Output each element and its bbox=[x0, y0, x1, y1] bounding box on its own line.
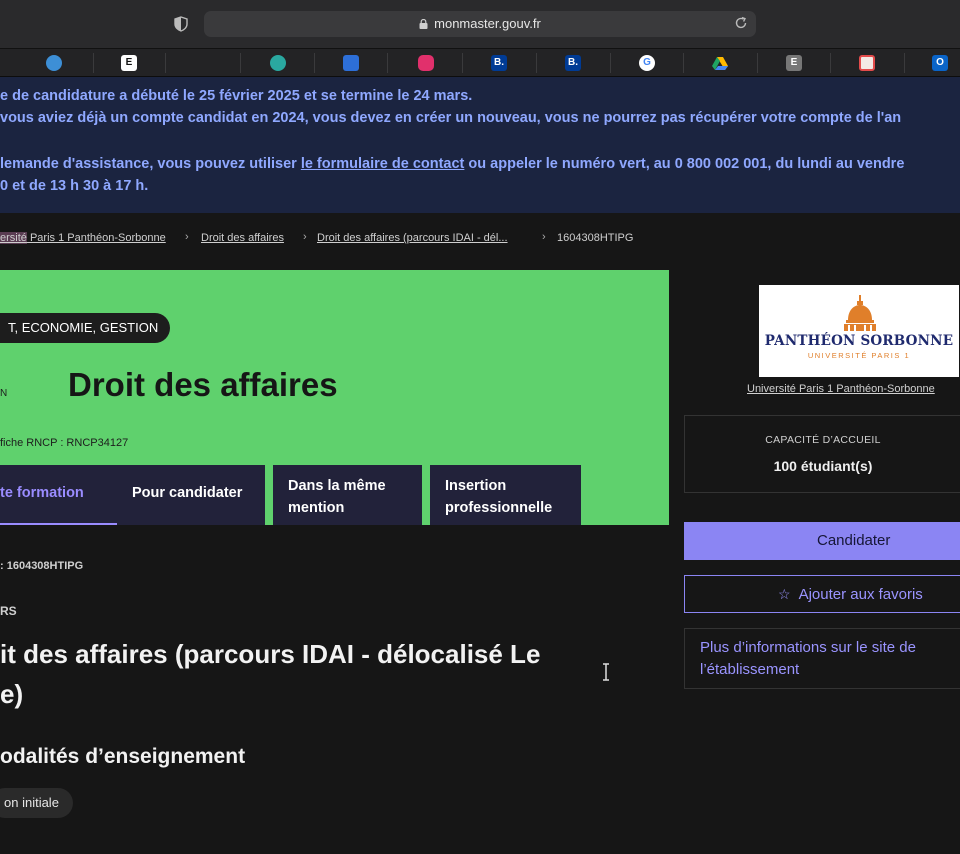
e-grey-icon[interactable]: E bbox=[786, 55, 802, 71]
university-logo[interactable]: PANTHÉON SORBONNE UNIVERSITÉ PARIS 1 bbox=[759, 285, 959, 377]
shield-icon[interactable] bbox=[174, 16, 188, 32]
cloud-icon[interactable] bbox=[46, 55, 62, 71]
bookmarks-bar: E B. B. G E O bbox=[0, 49, 960, 77]
e-letter-icon[interactable]: E bbox=[121, 55, 137, 71]
page-title: Droit des affaires bbox=[68, 366, 338, 403]
level-label: N bbox=[0, 388, 8, 399]
formation-code: : 1604308HTIPG bbox=[0, 560, 84, 572]
breadcrumb-current: 1604308HTIPG bbox=[557, 232, 634, 244]
more-info-link[interactable]: Plus d’informations sur le site de l’éta… bbox=[684, 628, 960, 689]
breadcrumb-parcours[interactable]: Droit des affaires (parcours IDAI - dél.… bbox=[317, 232, 508, 244]
notice-line-1: e de candidature a débuté le 25 février … bbox=[0, 88, 473, 104]
url-text: monmaster.gouv.fr bbox=[434, 16, 541, 31]
instagram-icon[interactable] bbox=[418, 55, 434, 71]
breadcrumb-university[interactable]: ersité Paris 1 Panthéon-Sorbonne bbox=[0, 232, 166, 244]
booking-icon[interactable]: B. bbox=[491, 55, 507, 71]
logo-subtitle: UNIVERSITÉ PARIS 1 bbox=[807, 351, 911, 360]
outlook-icon[interactable]: O bbox=[932, 55, 948, 71]
address-bar[interactable]: monmaster.gouv.fr bbox=[204, 11, 756, 37]
modalite-tag: on initiale bbox=[0, 788, 73, 818]
notice-line-2: vous aviez déjà un compte candidat en 20… bbox=[0, 110, 902, 126]
notice-line-4: 0 et de 13 h 30 à 17 h. bbox=[0, 178, 149, 194]
domain-tag: T, ECONOMIE, GESTION bbox=[0, 313, 171, 343]
star-icon: ☆ bbox=[778, 586, 791, 602]
modalites-heading: odalités d’enseignement bbox=[0, 745, 246, 768]
university-link[interactable]: Université Paris 1 Panthéon-Sorbonne bbox=[747, 383, 935, 395]
lock-icon bbox=[419, 19, 428, 29]
google-icon[interactable]: G bbox=[639, 55, 655, 71]
dome-icon bbox=[844, 295, 876, 331]
apply-button[interactable]: Candidater bbox=[684, 522, 960, 560]
calendar-icon[interactable] bbox=[343, 55, 359, 71]
tab-formation[interactable]: te formation bbox=[0, 465, 117, 525]
rncp-reference: fiche RNCP : RNCP34127 bbox=[0, 437, 129, 449]
add-favorite-button[interactable]: ☆ Ajouter aux favoris bbox=[684, 575, 960, 613]
tab-meme-mention[interactable]: Dans la même mention bbox=[273, 465, 422, 525]
drive-icon[interactable] bbox=[712, 55, 728, 71]
chevron-right-icon: › bbox=[542, 231, 546, 243]
reload-icon[interactable] bbox=[734, 16, 748, 30]
contact-form-link[interactable]: le formulaire de contact bbox=[301, 156, 465, 172]
parcours-title: it des affaires (parcours IDAI - délocal… bbox=[0, 639, 541, 709]
formation-hero: T, ECONOMIE, GESTION N Droit des affaire… bbox=[0, 270, 669, 525]
capacity-value: 100 étudiant(s) bbox=[773, 458, 873, 474]
chevron-right-icon: › bbox=[303, 231, 307, 243]
notice-line-3: lemande d'assistance, vous pouvez utilis… bbox=[0, 156, 905, 172]
text-cursor-icon bbox=[603, 663, 609, 681]
app-red-icon[interactable] bbox=[859, 55, 875, 71]
logo-wordmark: PANTHÉON SORBONNE bbox=[764, 333, 954, 349]
capacity-card: CAPACITÉ D’ACCUEIL 100 étudiant(s) bbox=[684, 415, 960, 493]
tab-insertion-professionnelle[interactable]: Insertion professionnelle bbox=[430, 465, 581, 525]
browser-toolbar: monmaster.gouv.fr bbox=[0, 0, 960, 49]
booking-icon[interactable]: B. bbox=[565, 55, 581, 71]
tab-pour-candidater[interactable]: Pour candidater bbox=[117, 465, 265, 525]
capacity-label: CAPACITÉ D’ACCUEIL bbox=[765, 434, 881, 446]
section-kicker: RS bbox=[0, 604, 17, 618]
globe-icon[interactable] bbox=[270, 55, 286, 71]
chevron-right-icon: › bbox=[185, 231, 189, 243]
info-notice: e de candidature a débuté le 25 février … bbox=[0, 77, 960, 213]
breadcrumb-mention[interactable]: Droit des affaires bbox=[201, 232, 284, 244]
